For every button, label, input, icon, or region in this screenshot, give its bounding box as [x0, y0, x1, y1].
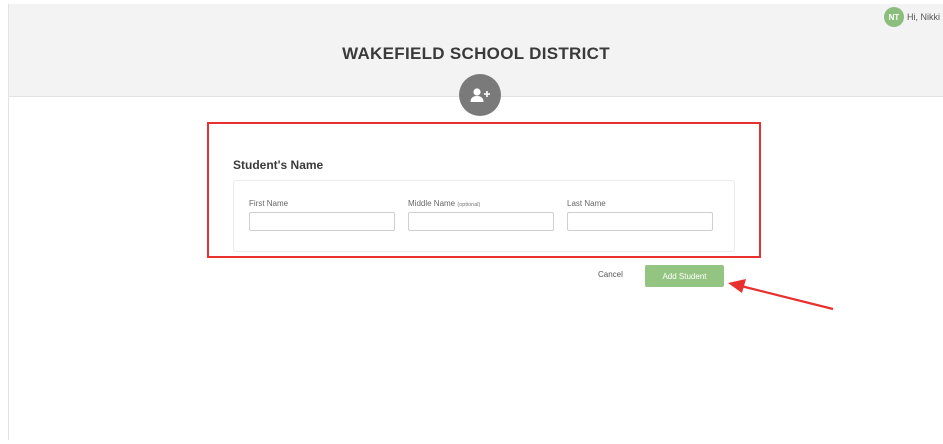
add-student-button[interactable]: Add Student	[645, 265, 724, 287]
first-name-input[interactable]	[249, 212, 395, 231]
add-user-icon	[459, 74, 501, 116]
user-greeting[interactable]: Hi, Nikki	[907, 12, 940, 22]
last-name-field: Last Name	[567, 199, 713, 231]
student-name-card: First Name Middle Name (optional) Last N…	[233, 180, 735, 252]
first-name-field: First Name	[249, 199, 395, 231]
arrow-head	[728, 279, 746, 293]
arrow-annotation	[728, 279, 834, 311]
arrow-shaft	[740, 284, 834, 311]
highlight-annotation: Student's Name First Name Middle Name (o…	[207, 122, 761, 258]
last-name-label: Last Name	[567, 199, 606, 208]
section-title: Student's Name	[233, 158, 324, 172]
middle-name-label: Middle Name	[408, 199, 456, 208]
cancel-button[interactable]: Cancel	[598, 270, 623, 279]
optional-note: (optional)	[457, 202, 481, 208]
page: WAKEFIELD SCHOOL DISTRICT NT Hi, Nikki S…	[0, 0, 943, 444]
middle-name-label-row: Middle Name (optional)	[408, 199, 554, 208]
middle-name-input[interactable]	[408, 212, 554, 231]
last-name-input[interactable]	[567, 212, 713, 231]
user-menu[interactable]: NT Hi, Nikki	[884, 7, 940, 27]
first-name-label: First Name	[249, 199, 289, 208]
district-title: WAKEFIELD SCHOOL DISTRICT	[342, 44, 610, 63]
user-avatar[interactable]: NT	[884, 7, 904, 27]
add-user-glyph	[470, 88, 490, 102]
middle-name-field: Middle Name (optional)	[408, 199, 554, 231]
